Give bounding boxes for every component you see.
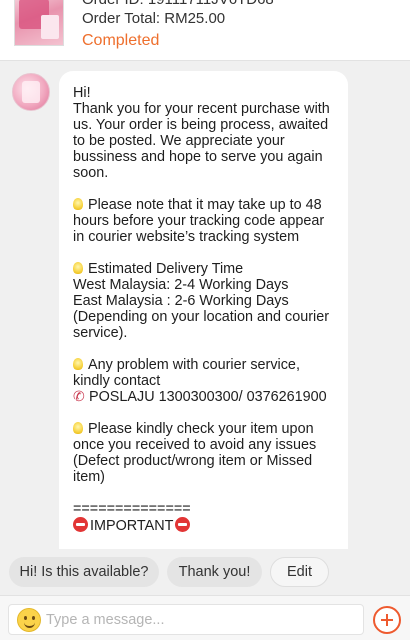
no-entry-icon [175,517,191,532]
seller-avatar[interactable] [12,73,50,111]
chat-messages[interactable]: Hi! Thank you for your recent purchase w… [0,61,410,549]
message-input-box[interactable] [8,604,364,635]
message-check-item: Please kindly check your item upon once … [73,421,336,485]
important-text: IMPORTANT [90,518,174,534]
edit-quick-replies-button[interactable]: Edit [270,557,329,587]
plus-icon[interactable] [373,606,401,634]
quick-reply-available[interactable]: Hi! Is this available? [9,557,159,587]
message-input-bar [0,595,410,640]
message-courier-problem: Any problem with courier service, kindly… [73,357,336,389]
courier-contact-text: POSLAJU 1300300300/ 0376261900 [89,389,327,405]
message-greeting: Hi! [73,85,91,101]
thumbnail-art-accent [41,15,59,39]
avatar-art [22,81,40,103]
message-delivery-title: Estimated Delivery Time [73,261,336,277]
message-input[interactable] [46,606,358,634]
light-bulb-icon [73,197,88,213]
light-bulb-icon [73,357,88,373]
message-intro: Thank you for your recent purchase with … [73,101,334,181]
message-bubble[interactable]: Hi! Thank you for your recent purchase w… [59,71,348,549]
message-delivery-note: (Depending on your location and courier … [73,309,333,341]
message-important: IMPORTANT [73,517,336,534]
product-thumbnail[interactable] [14,0,64,46]
order-total: Order Total: RM25.00 [82,10,226,27]
telephone-icon: ✆ [73,388,85,404]
order-status: Completed [82,32,160,49]
message-courier-contact: ✆ POSLAJU 1300300300/ 0376261900 [73,389,336,405]
quick-reply-thanks[interactable]: Thank you! [167,557,262,587]
note-tracking-text: Please note that it may take up to 48 ho… [73,197,329,245]
light-bulb-icon [73,261,88,277]
message-delivery-west: West Malaysia: 2-4 Working Days [73,277,289,293]
order-card[interactable]: Order ID: 19111711JV6TD68 Order Total: R… [0,0,410,61]
quick-replies: Hi! Is this available? Thank you! Edit [0,549,410,595]
no-entry-icon [73,517,88,532]
check-item-text: Please kindly check your item upon once … [73,421,321,485]
order-id: Order ID: 19111711JV6TD68 [82,0,274,8]
delivery-title-text: Estimated Delivery Time [88,261,244,277]
message-delivery-east: East Malaysia : 2-6 Working Days [73,293,289,309]
smiley-icon[interactable] [17,608,41,632]
message-note-tracking: Please note that it may take up to 48 ho… [73,197,336,245]
light-bulb-icon [73,421,88,437]
courier-problem-text: Any problem with courier service, kindly… [73,357,304,389]
message-separator: ============== [73,501,191,517]
